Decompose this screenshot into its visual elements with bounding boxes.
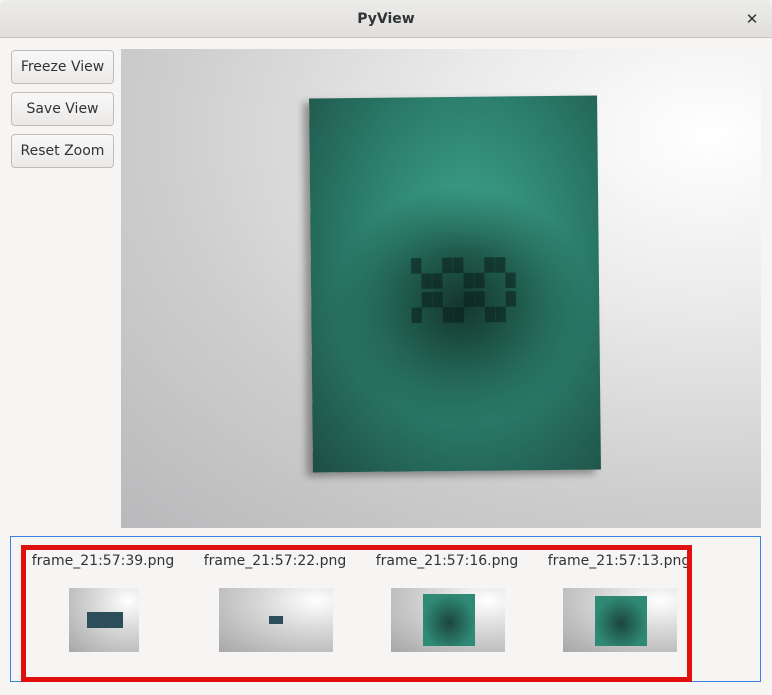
window-title: PyView <box>357 11 415 27</box>
saved-frame-item[interactable]: frame_21:57:13.png <box>534 548 704 668</box>
frame-label: frame_21:57:13.png <box>547 553 691 569</box>
frame-thumbnail[interactable] <box>563 588 677 652</box>
titlebar: PyView ✕ <box>0 0 772 38</box>
saved-frame-item[interactable]: frame_21:57:39.png <box>18 548 188 668</box>
saved-frame-item[interactable]: frame_21:57:16.png <box>362 548 532 668</box>
frame-label: frame_21:57:22.png <box>203 553 347 569</box>
reset-zoom-button[interactable]: Reset Zoom <box>11 134 114 168</box>
frame-label: frame_21:57:39.png <box>31 553 175 569</box>
book-image: ▚▞▚▞▚ ▞▚▞▚▞ <box>309 95 601 473</box>
saved-frame-item[interactable]: frame_21:57:22.png <box>190 548 360 668</box>
frame-thumbnail[interactable] <box>391 588 505 652</box>
freeze-view-button[interactable]: Freeze View <box>11 50 114 84</box>
save-view-button[interactable]: Save View <box>11 92 114 126</box>
close-icon[interactable]: ✕ <box>742 9 762 29</box>
frame-label: frame_21:57:16.png <box>375 553 519 569</box>
frame-thumbnail[interactable] <box>219 588 333 652</box>
frame-thumbnail[interactable] <box>69 588 139 652</box>
camera-view[interactable]: ▚▞▚▞▚ ▞▚▞▚▞ <box>121 49 761 528</box>
